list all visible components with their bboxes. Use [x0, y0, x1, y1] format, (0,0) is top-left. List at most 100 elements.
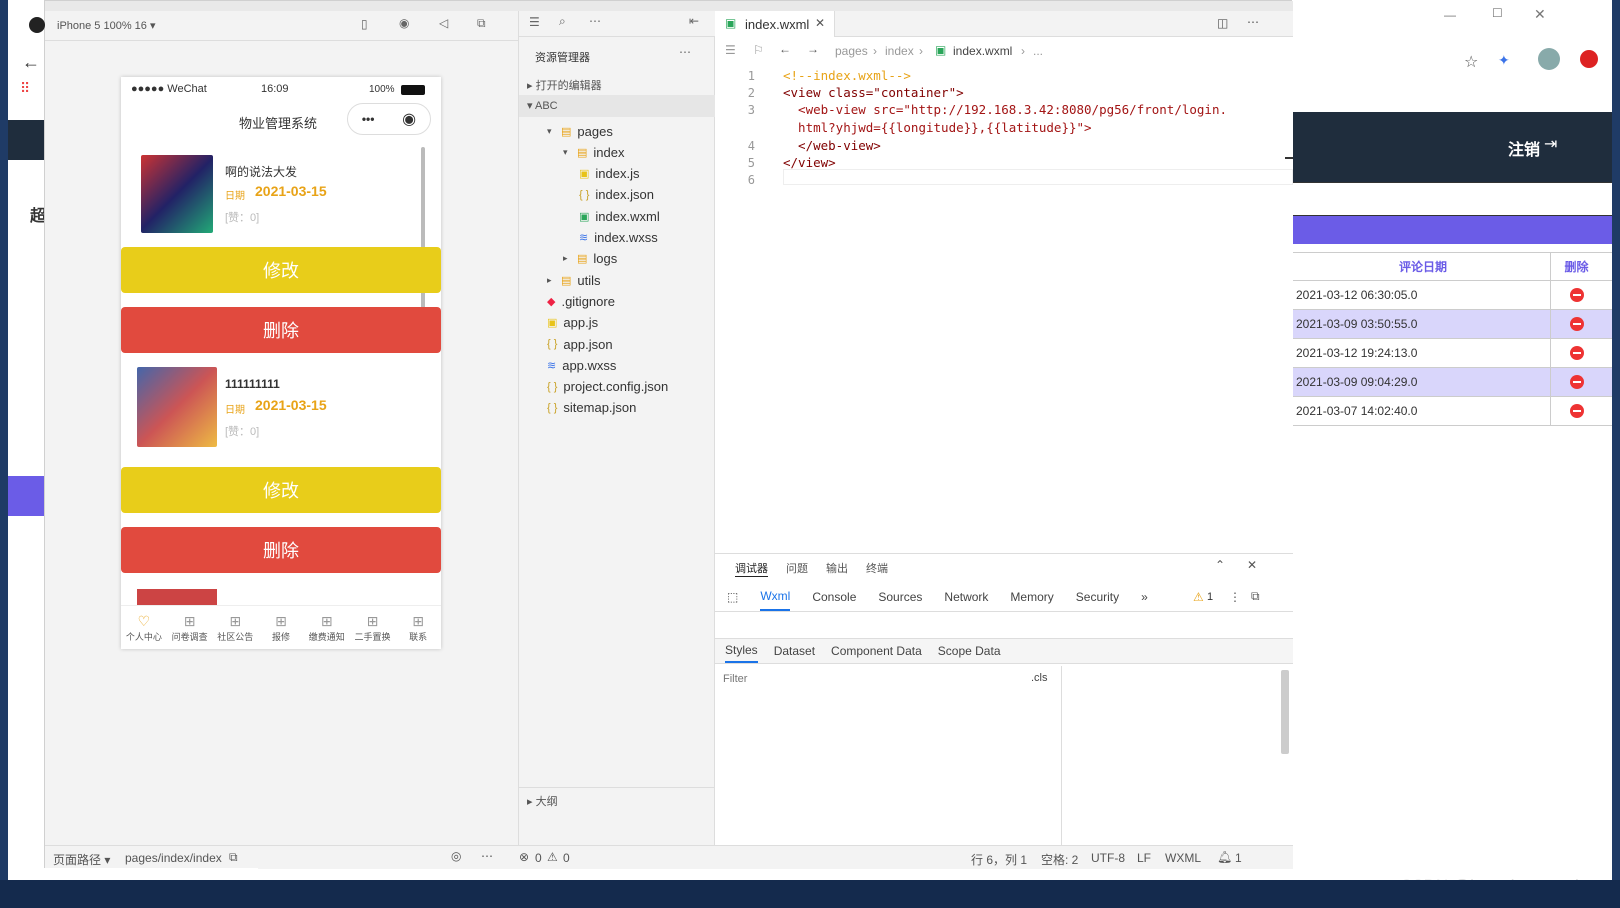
- open-editors-section[interactable]: ▸ 打开的编辑器: [527, 77, 602, 93]
- delete-icon[interactable]: [1569, 346, 1584, 360]
- tab-survey[interactable]: ⊞ 问卷调查: [167, 606, 213, 649]
- dock-icon[interactable]: ⧉: [1251, 589, 1260, 604]
- more-actions-icon[interactable]: ⋯: [1247, 15, 1259, 29]
- list-icon[interactable]: ☰: [725, 43, 736, 57]
- window-icon[interactable]: ⧉: [477, 16, 486, 31]
- avatar[interactable]: [1538, 48, 1560, 70]
- tree-item[interactable]: ▸ ▤ utils: [547, 270, 601, 290]
- forward-icon[interactable]: →: [807, 42, 819, 56]
- tab-security[interactable]: Security: [1076, 590, 1119, 604]
- project-name[interactable]: ▾ ABC: [527, 99, 558, 112]
- minimize-icon[interactable]: —: [1444, 8, 1456, 22]
- code-line[interactable]: <web-view src="http://192.168.3.42:8080/…: [783, 102, 1227, 117]
- outline-title[interactable]: ▸ 大纲: [527, 793, 558, 809]
- collapse-icon[interactable]: ⇤: [689, 14, 699, 28]
- warning-icon[interactable]: ⚠: [547, 850, 558, 864]
- indent-size[interactable]: 空格: 2: [1041, 851, 1078, 868]
- cls-button[interactable]: .cls: [1031, 672, 1048, 684]
- kebab-icon[interactable]: ⋮: [1229, 590, 1241, 604]
- close-icon[interactable]: ✕: [1534, 6, 1546, 23]
- tab-terminal[interactable]: 终端: [866, 560, 888, 576]
- error-icon[interactable]: ⊗: [519, 850, 529, 864]
- tab-component-data[interactable]: Component Data: [831, 644, 922, 658]
- tab-profile[interactable]: ♡ 个人中心: [121, 606, 167, 649]
- more-tabs-icon[interactable]: »: [1141, 590, 1148, 604]
- delete-icon[interactable]: [1569, 317, 1584, 331]
- chevron-up-icon[interactable]: ⌃: [1215, 558, 1225, 572]
- tab-memory[interactable]: Memory: [1010, 590, 1053, 604]
- tree-item[interactable]: ▣ index.wxml: [579, 206, 660, 226]
- more-icon[interactable]: •••: [362, 112, 375, 126]
- tree-item[interactable]: ▸ ▤ logs: [563, 249, 617, 269]
- line-ending[interactable]: LF: [1137, 851, 1151, 865]
- back-icon[interactable]: ←: [22, 52, 40, 73]
- chevron-icon[interactable]: ▸: [563, 253, 571, 264]
- filter-input[interactable]: [719, 668, 1019, 690]
- warning-icon[interactable]: ⚠: [1193, 590, 1204, 604]
- editor-tab[interactable]: ▣ index.wxml ✕: [715, 11, 835, 37]
- code-line[interactable]: </view>: [783, 155, 836, 170]
- code-line[interactable]: html?yhjwd={{longitude}},{{latitude}}">: [783, 120, 1092, 135]
- close-panel-icon[interactable]: ✕: [1247, 558, 1257, 572]
- tree-item[interactable]: { } index.json: [579, 185, 654, 205]
- tree-item[interactable]: { } project.config.json: [547, 377, 668, 397]
- device-select[interactable]: iPhone 5 100% 16 ▾: [57, 19, 155, 32]
- phone-icon[interactable]: ▯: [361, 17, 368, 31]
- sound-icon[interactable]: ◁: [439, 16, 448, 30]
- edit-button[interactable]: 修改: [121, 467, 441, 513]
- edit-button[interactable]: 修改: [121, 247, 441, 293]
- more-icon[interactable]: ⋯: [589, 14, 601, 28]
- close-target-icon[interactable]: ◉: [402, 109, 416, 129]
- tab-repair[interactable]: ⊞ 报修: [258, 606, 304, 649]
- logout-icon[interactable]: ⇥: [1544, 134, 1557, 154]
- tab-styles[interactable]: Styles: [725, 639, 758, 663]
- delete-button[interactable]: 删除: [121, 527, 441, 573]
- bell-icon[interactable]: 🔔︎: [1217, 850, 1232, 864]
- chevron-icon[interactable]: ▸: [547, 275, 555, 286]
- active-menu-item[interactable]: [8, 476, 44, 516]
- tree-item[interactable]: ▾ ▤ index: [563, 142, 624, 162]
- extension-icon[interactable]: ✦: [1498, 52, 1510, 69]
- tab-problems[interactable]: 问题: [786, 560, 808, 576]
- list-icon[interactable]: ☰: [529, 15, 540, 29]
- search-icon[interactable]: ⌕: [559, 14, 566, 29]
- tab-payment[interactable]: ⊞ 缴费通知: [304, 606, 350, 649]
- record-icon[interactable]: ◉: [399, 16, 409, 30]
- update-icon[interactable]: [1580, 50, 1598, 68]
- logout-link[interactable]: 注销: [1508, 136, 1540, 160]
- tab-notice[interactable]: ⊞ 社区公告: [212, 606, 258, 649]
- tree-item[interactable]: { } sitemap.json: [547, 398, 636, 418]
- tab-secondhand[interactable]: ⊞ 二手置换: [350, 606, 396, 649]
- chevron-icon[interactable]: ▾: [563, 147, 571, 158]
- tab-scope-data[interactable]: Scope Data: [938, 644, 1001, 658]
- tree-item[interactable]: { } app.json: [547, 334, 613, 354]
- tab-contact[interactable]: ⊞ 联系: [395, 606, 441, 649]
- code-line[interactable]: <view class="container">: [783, 85, 964, 100]
- copy-icon[interactable]: ⧉: [229, 850, 238, 865]
- code-line[interactable]: <!--index.wxml-->: [783, 68, 911, 83]
- star-icon[interactable]: ☆: [1464, 52, 1478, 72]
- language-mode[interactable]: WXML: [1165, 851, 1201, 865]
- bookmark-icon[interactable]: ⚐: [753, 43, 764, 57]
- inspect-icon[interactable]: ⬚: [727, 590, 738, 604]
- delete-icon[interactable]: [1569, 404, 1584, 418]
- page-path-label[interactable]: 页面路径 ▾: [53, 851, 110, 868]
- tab-debugger[interactable]: 调试器: [735, 560, 768, 577]
- apps-icon[interactable]: ⠿: [20, 80, 30, 97]
- tab-dataset[interactable]: Dataset: [774, 644, 815, 658]
- encoding[interactable]: UTF-8: [1091, 851, 1125, 865]
- delete-icon[interactable]: [1569, 375, 1584, 389]
- back-icon[interactable]: ←: [779, 42, 791, 56]
- code-line[interactable]: </web-view>: [783, 138, 881, 153]
- delete-button[interactable]: 删除: [121, 307, 441, 353]
- split-editor-icon[interactable]: ◫: [1217, 16, 1228, 30]
- eye-icon[interactable]: ◎: [451, 849, 461, 863]
- maximize-icon[interactable]: ☐: [1492, 6, 1503, 20]
- cursor-position[interactable]: 行 6，列 1: [971, 851, 1027, 868]
- more-icon[interactable]: ⋯: [481, 849, 493, 863]
- chevron-icon[interactable]: ▾: [547, 126, 555, 137]
- explorer-more-icon[interactable]: ⋯: [679, 45, 691, 59]
- tree-item[interactable]: ◆ .gitignore: [547, 291, 615, 311]
- delete-icon[interactable]: [1569, 288, 1584, 302]
- tree-item[interactable]: ▾ ▤ pages: [547, 121, 613, 141]
